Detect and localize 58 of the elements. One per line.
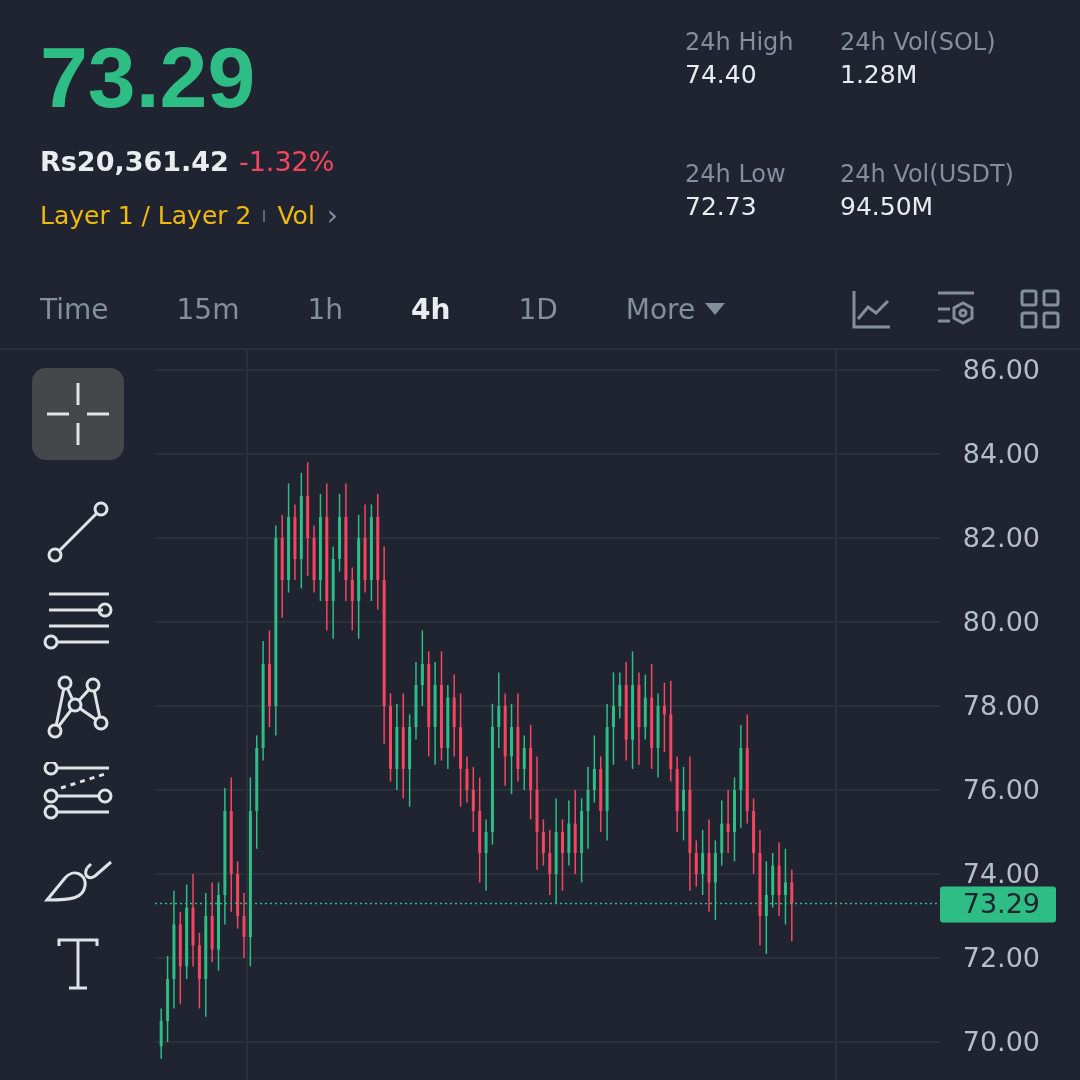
stat-label: 24h Vol(SOL) bbox=[840, 28, 997, 56]
interval-tab[interactable]: 15m bbox=[176, 292, 240, 326]
chart-tool-button[interactable] bbox=[852, 289, 892, 329]
candle bbox=[618, 671, 622, 720]
candle bbox=[541, 818, 545, 867]
candle bbox=[471, 766, 475, 833]
interval-tab[interactable]: 1h bbox=[307, 292, 343, 326]
candle bbox=[522, 734, 526, 791]
interval-tab[interactable]: More bbox=[625, 292, 726, 326]
y-axis-label: 82.00 bbox=[962, 522, 1040, 553]
price-tag: 73.29 bbox=[940, 886, 1056, 923]
interval-tab[interactable]: 1D bbox=[518, 292, 558, 326]
candle bbox=[701, 829, 705, 896]
stat-value: 74.40 bbox=[685, 60, 758, 89]
last-price: 73.29 bbox=[40, 34, 257, 120]
candle bbox=[236, 860, 240, 930]
y-axis-label: 76.00 bbox=[962, 774, 1040, 805]
candle bbox=[312, 524, 316, 594]
candle bbox=[662, 682, 666, 753]
horizontal-lines-icon bbox=[42, 590, 113, 650]
crosshair-icon bbox=[44, 381, 111, 447]
chevron[interactable]: › bbox=[326, 199, 339, 232]
parallel-channel-icon bbox=[42, 762, 113, 822]
interval-tab[interactable]: Time bbox=[40, 292, 109, 326]
fiat-price: Rs20,361.42 bbox=[40, 146, 229, 177]
candle bbox=[465, 755, 469, 804]
category-tag[interactable]: Layer 1 / Layer 2 bbox=[40, 201, 252, 230]
stat-label: 24h Vol(USDT) bbox=[840, 160, 1015, 188]
stat-value: 1.28M bbox=[840, 60, 919, 89]
grid-layout-icon bbox=[1020, 289, 1060, 329]
line-chart-icon bbox=[852, 289, 892, 329]
candle bbox=[350, 566, 354, 632]
y-axis-label: 72.00 bbox=[962, 942, 1040, 973]
y-axis-label: 70.00 bbox=[962, 1026, 1040, 1057]
candle bbox=[159, 1007, 163, 1060]
candle bbox=[567, 799, 571, 867]
candle bbox=[548, 829, 552, 896]
chart-tool-button[interactable] bbox=[1020, 289, 1060, 329]
candle bbox=[726, 789, 730, 854]
y-axis-label: 86.00 bbox=[962, 354, 1040, 385]
y-axis-label: 78.00 bbox=[962, 690, 1040, 721]
stat-value: 94.50M bbox=[840, 192, 935, 221]
candle bbox=[242, 892, 246, 959]
candle bbox=[694, 839, 698, 888]
candle bbox=[720, 799, 724, 867]
y-axis-label: 80.00 bbox=[962, 606, 1040, 637]
category-tag[interactable]: Vol bbox=[277, 201, 315, 230]
stat-label: 24h High bbox=[685, 28, 795, 56]
y-axis-label: 74.00 bbox=[962, 858, 1040, 889]
stat-label: 24h Low bbox=[685, 160, 787, 188]
y-axis-label: 84.00 bbox=[962, 438, 1040, 469]
drawing-tool-button[interactable] bbox=[31, 368, 124, 460]
stat-value: 72.73 bbox=[685, 192, 758, 221]
price-change: -1.32% bbox=[238, 146, 335, 177]
candle bbox=[643, 673, 647, 741]
candle bbox=[592, 734, 596, 804]
interval-tab[interactable]: 4h bbox=[411, 292, 451, 326]
candle bbox=[771, 852, 775, 909]
